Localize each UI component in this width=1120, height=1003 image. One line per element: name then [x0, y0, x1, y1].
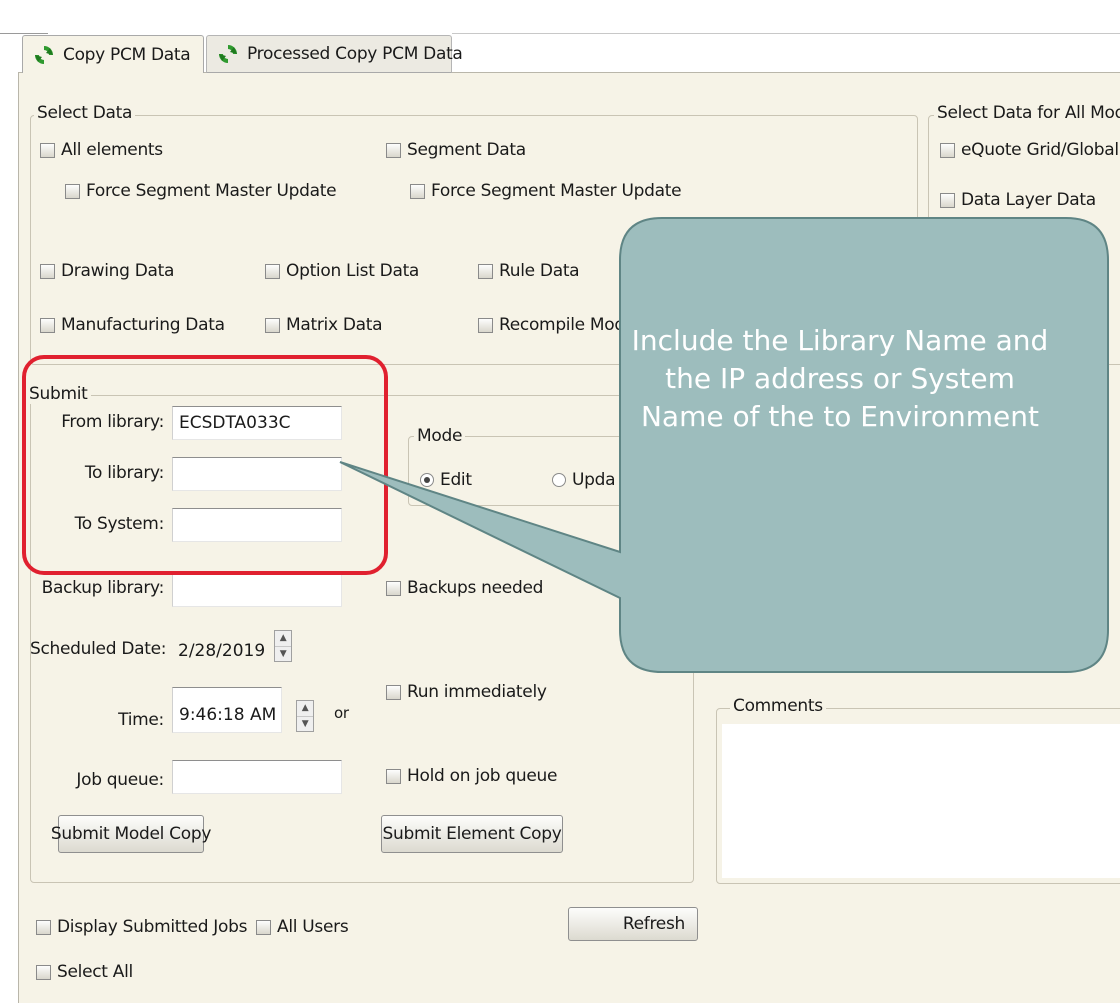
callout-balloon — [339, 217, 1109, 673]
callout-text: Include the Library Name and the IP addr… — [631, 324, 1049, 433]
